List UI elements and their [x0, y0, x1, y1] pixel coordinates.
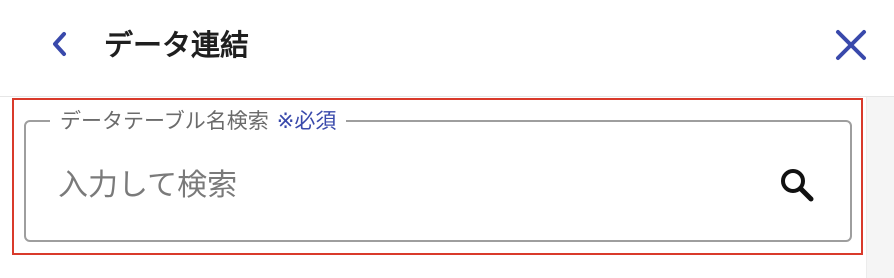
table-name-search-input[interactable]	[58, 160, 758, 210]
search-button[interactable]	[772, 160, 822, 210]
back-button[interactable]	[38, 22, 82, 66]
scrollbar-track[interactable]	[866, 97, 894, 278]
search-field-label: データテーブル名検索 ※必須	[50, 106, 347, 136]
panel-header: データ連結	[0, 0, 894, 92]
header-divider	[0, 96, 894, 97]
required-marker: ※必須	[276, 109, 337, 133]
search-field-label-text: データテーブル名検索	[60, 109, 269, 133]
data-link-panel: データ連結 データテーブル名検索 ※必須	[0, 0, 894, 278]
search-icon	[781, 169, 814, 202]
page-title: データ連結	[104, 28, 250, 62]
close-button[interactable]	[826, 20, 876, 70]
chevron-left-icon	[53, 32, 66, 56]
close-icon	[836, 30, 866, 60]
